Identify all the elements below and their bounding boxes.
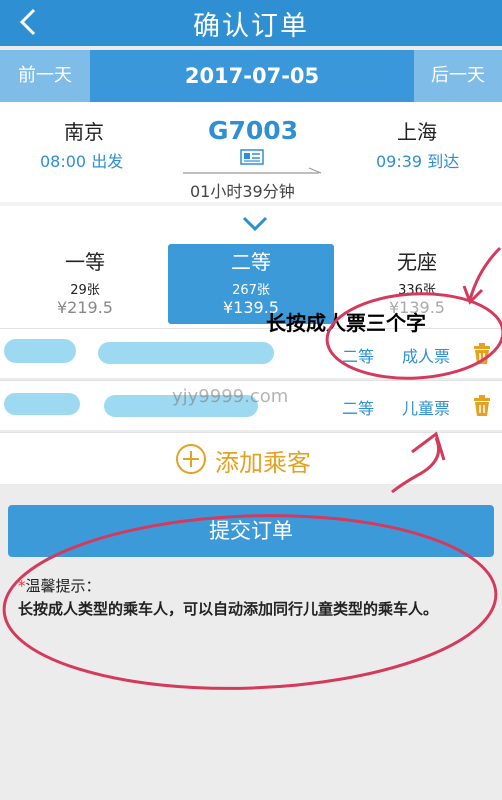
train-info-panel: 南京 08:00 出发 G7003 01小时39分钟 上海 09:39 到达 一… [0,102,502,328]
redacted-id [98,342,274,364]
route-arrow-icon [183,167,322,174]
seat-count: 267张 [232,283,270,298]
annotation-text: 长按成人票三个字 [266,311,426,335]
passenger-ticket-type[interactable]: 成人票 [402,343,450,367]
ticket-icon[interactable] [240,149,264,165]
date-bar: 前一天 2017-07-05 后一天 [0,50,502,102]
train-number: G7003 [208,116,299,145]
prev-day-button[interactable]: 前一天 [0,50,90,102]
seat-class: 无座 [397,250,437,274]
top-bar: 确认订单 [0,0,502,46]
plus-circle-icon[interactable] [175,443,207,475]
seat-option-first-class[interactable]: 一等 29张 ¥219.5 [20,244,150,324]
seat-class: 一等 [65,250,105,274]
chevron-down-icon[interactable] [240,214,270,234]
required-star: * [18,577,26,595]
seat-count: 336张 [398,283,436,298]
departure-time: 08:00 出发 [40,152,124,171]
divider [0,202,502,206]
watermark-text: yjy9999.com [172,386,289,407]
arrival-time: 09:39 到达 [376,152,460,171]
trash-icon[interactable] [472,395,492,417]
passenger-ticket-type[interactable]: 儿童票 [402,395,450,419]
tips-title-text: 温馨提示： [25,577,101,595]
seat-class: 二等 [231,250,271,274]
departure-city: 南京 [64,120,104,144]
tips-body: 长按成人类型的乘车人，可以自动添加同行儿童类型的乘车人。 [18,600,439,618]
travel-date: 2017-07-05 [184,64,320,88]
arrival-city: 上海 [397,120,437,144]
passenger-seat-class: 二等 [342,347,375,366]
seat-price: ¥219.5 [57,298,113,317]
submit-order-button[interactable]: 提交订单 [8,505,494,557]
passenger-seat-class: 二等 [342,399,375,418]
seat-count: 29张 [70,283,100,298]
add-passenger-label[interactable]: 添加乘客 [215,443,311,478]
travel-duration: 01小时39分钟 [190,182,295,201]
passenger-row[interactable]: 二等 成人票 [0,328,502,378]
redacted-name [4,339,76,363]
redacted-name [4,393,80,415]
page-title: 确认订单 [193,11,309,42]
add-passenger-row[interactable]: 添加乘客 [0,432,502,484]
tips-title: *温馨提示： [18,575,101,596]
next-day-button[interactable]: 后一天 [414,50,502,102]
trash-icon[interactable] [472,343,492,365]
